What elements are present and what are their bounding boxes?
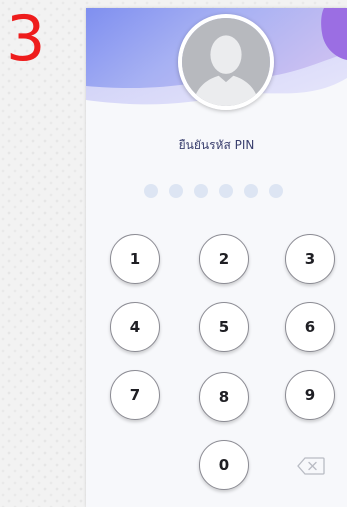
pin-dot (269, 184, 283, 198)
pin-screen: ยืนยันรหัส PIN 1 2 3 4 5 6 7 8 9 0 (86, 8, 347, 507)
pin-dot (244, 184, 258, 198)
keypad-button-8[interactable]: 8 (199, 372, 249, 422)
keypad-button-6[interactable]: 6 (285, 302, 335, 352)
pin-dot (194, 184, 208, 198)
keypad-button-3[interactable]: 3 (285, 234, 335, 284)
keypad-button-1[interactable]: 1 (110, 234, 160, 284)
backspace-icon[interactable] (297, 457, 325, 475)
step-number: 3 (6, 2, 46, 75)
pin-dot (144, 184, 158, 198)
pin-prompt: ยืนยันรหัส PIN (178, 138, 255, 152)
keypad-button-2[interactable]: 2 (199, 234, 249, 284)
keypad-button-5[interactable]: 5 (199, 302, 249, 352)
default-user-avatar-icon (182, 18, 270, 106)
pin-indicator (144, 184, 314, 200)
avatar (178, 14, 274, 110)
keypad-button-0[interactable]: 0 (199, 440, 249, 490)
keypad-button-9[interactable]: 9 (285, 370, 335, 420)
pin-dot (219, 184, 233, 198)
pin-dot (169, 184, 183, 198)
keypad-button-7[interactable]: 7 (110, 370, 160, 420)
keypad-button-4[interactable]: 4 (110, 302, 160, 352)
